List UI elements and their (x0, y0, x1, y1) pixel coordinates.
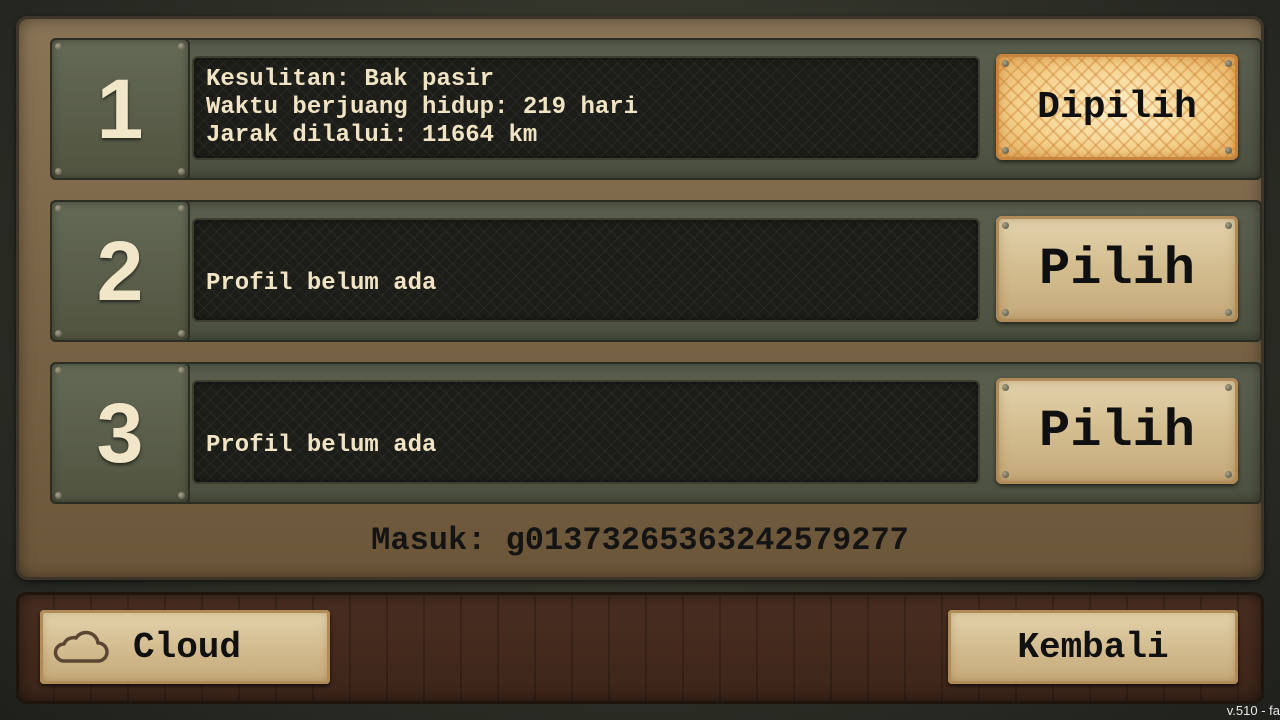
version-text: v.510 - fa (1226, 703, 1280, 718)
back-button[interactable]: Kembali (948, 610, 1238, 684)
bottom-bar: Cloud Kembali (16, 592, 1264, 704)
select-button-3[interactable]: Pilih (996, 378, 1238, 484)
profile-panel: 1 Kesulitan: Bak pasir Waktu berjuang hi… (16, 16, 1264, 580)
select-button-label: Pilih (1038, 401, 1196, 461)
slot-number-box: 3 (50, 362, 190, 504)
select-button-2[interactable]: Pilih (996, 216, 1238, 322)
empty-profile-text: Profil belum ada (206, 270, 437, 297)
profile-slot-2: 2 Profil belum ada Pilih (50, 200, 1262, 342)
profile-info-box: Kesulitan: Bak pasir Waktu berjuang hidu… (192, 56, 980, 160)
cloud-button-label: Cloud (132, 626, 242, 668)
profile-slot-1: 1 Kesulitan: Bak pasir Waktu berjuang hi… (50, 38, 1262, 180)
profile-slot-3: 3 Profil belum ada Pilih (50, 362, 1262, 504)
empty-profile-text: Profil belum ada (206, 432, 437, 459)
login-id-text: Masuk: g01373265363242579277 (371, 522, 909, 559)
slot-number: 1 (96, 61, 144, 156)
cloud-icon (53, 630, 109, 663)
profile-info-box: Profil belum ada (192, 380, 980, 484)
slot-number: 2 (96, 223, 144, 318)
distance-text: Jarak dilalui: 11664 km (206, 122, 538, 149)
slot-number-box: 2 (50, 200, 190, 342)
select-button-label: Pilih (1038, 239, 1196, 299)
slot-number: 3 (96, 385, 144, 480)
profile-info-box: Profil belum ada (192, 218, 980, 322)
selected-button-label: Dipilih (1037, 85, 1197, 129)
cloud-button[interactable]: Cloud (40, 610, 330, 684)
selected-button-1[interactable]: Dipilih (996, 54, 1238, 160)
slot-number-box: 1 (50, 38, 190, 180)
survival-days-text: Waktu berjuang hidup: 219 hari (206, 94, 639, 121)
back-button-label: Kembali (1017, 626, 1169, 668)
difficulty-text: Kesulitan: Bak pasir (206, 66, 495, 93)
